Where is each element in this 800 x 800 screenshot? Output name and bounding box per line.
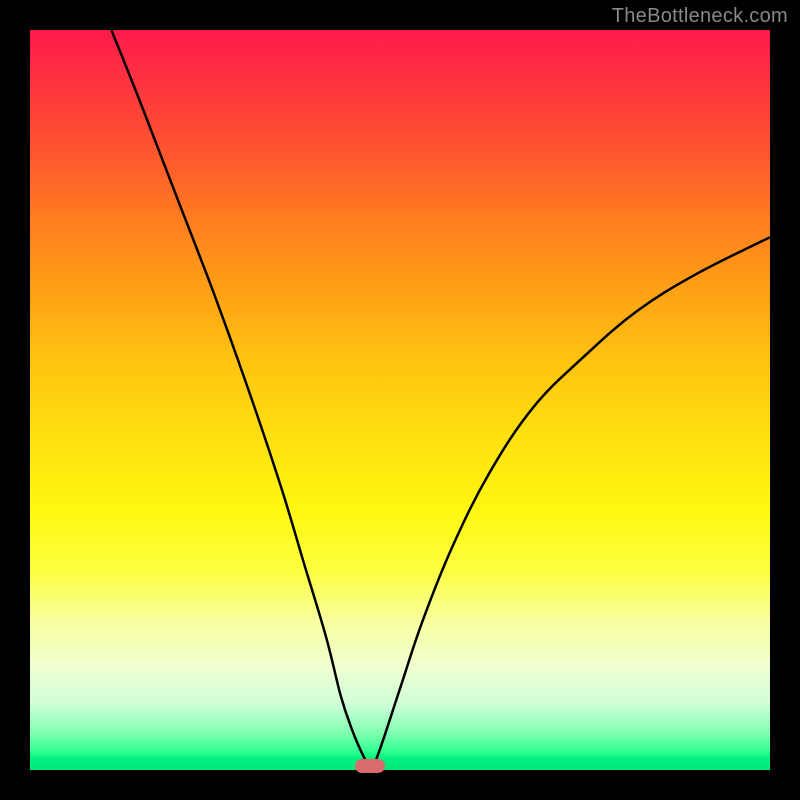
plot-area xyxy=(30,30,770,770)
chart-container: TheBottleneck.com xyxy=(0,0,800,800)
bottleneck-curve xyxy=(30,30,770,770)
minimum-marker xyxy=(355,759,385,773)
watermark-text: TheBottleneck.com xyxy=(612,5,788,28)
